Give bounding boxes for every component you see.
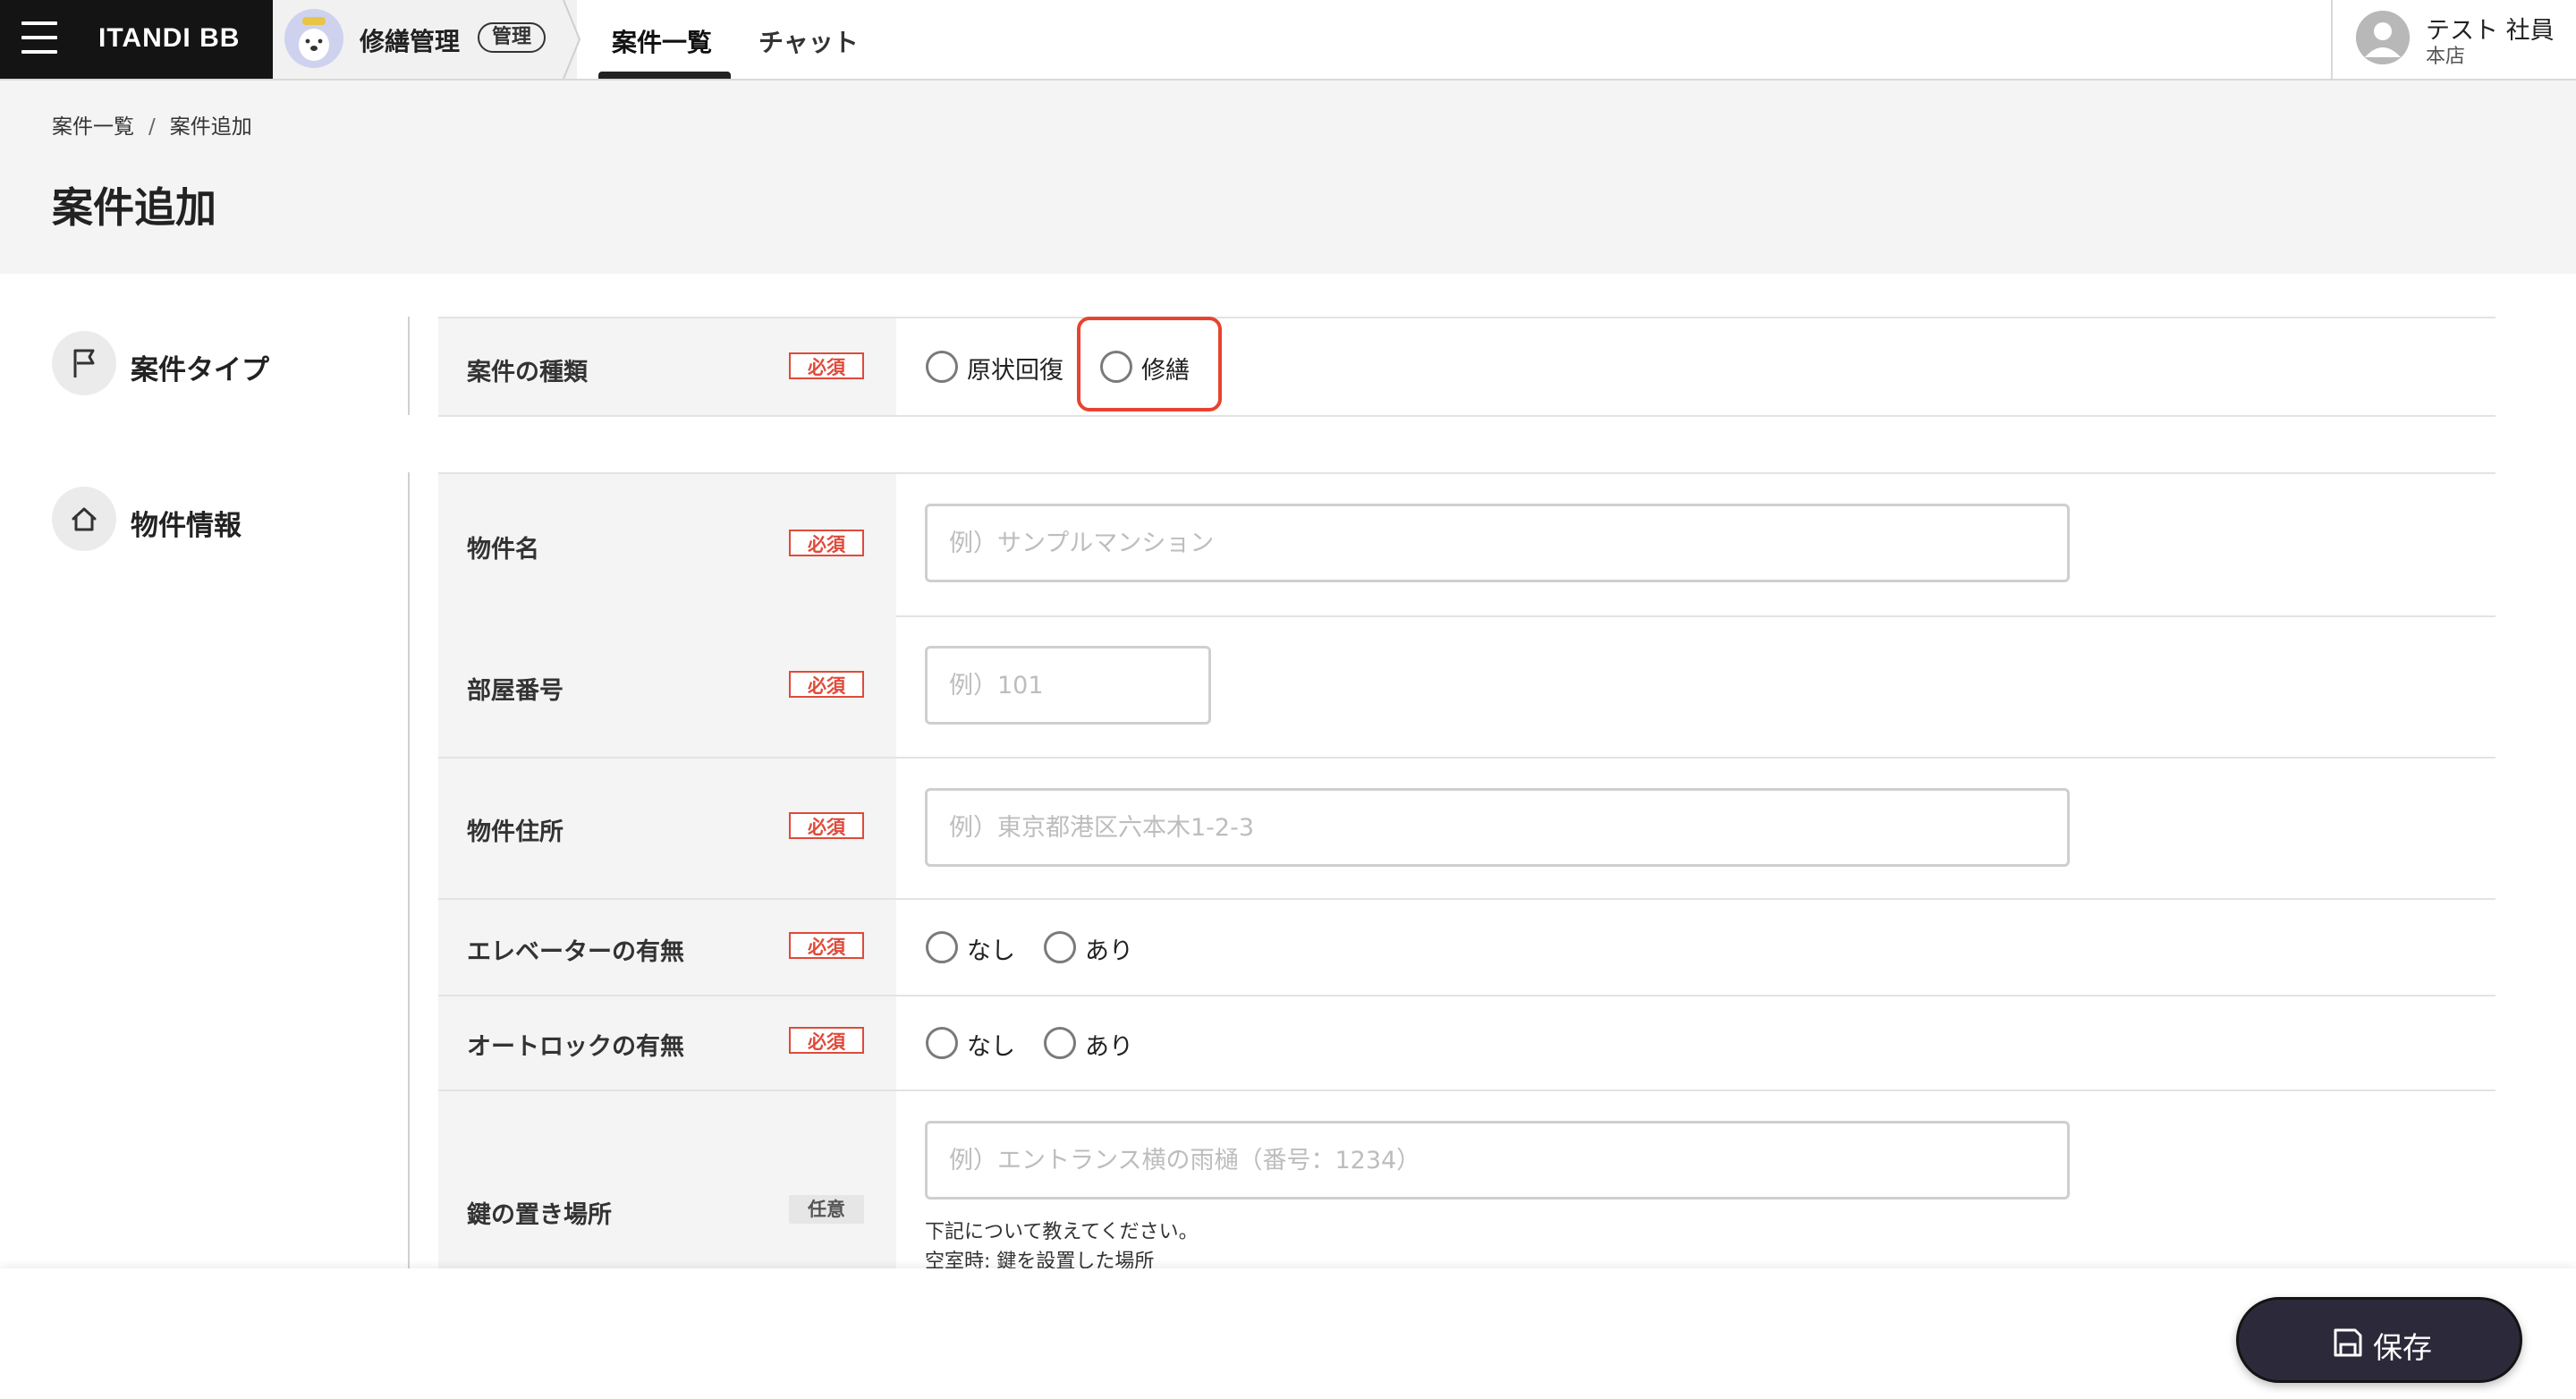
home-icon	[52, 487, 116, 551]
key-location-label-cell: 鍵の置き場所 任意	[438, 1091, 896, 1279]
case-type-row: 案件の種類 必須	[438, 317, 2496, 417]
radio-label-autolock-none[interactable]: なし	[967, 1027, 1015, 1062]
property-name-input[interactable]	[925, 504, 2070, 582]
autolock-row: オートロックの有無 必須	[438, 996, 2496, 1091]
flag-icon	[52, 331, 116, 395]
radio-label-elevator-none[interactable]: なし	[967, 931, 1015, 966]
property-name-label: 物件名	[467, 536, 539, 564]
breadcrumb: 案件一覧 / 案件追加	[52, 109, 252, 140]
user-branch: 本店	[2426, 46, 2466, 68]
radio-label-autolock-yes[interactable]: あり	[1085, 1027, 1133, 1062]
user-avatar-icon	[2356, 11, 2410, 64]
required-badge: 必須	[789, 812, 864, 839]
autolock-label-cell: オートロックの有無 必須	[438, 996, 896, 1090]
page-title: 案件追加	[52, 183, 216, 232]
breadcrumb-case-list[interactable]: 案件一覧	[52, 115, 134, 139]
property-name-label-cell: 物件名 必須	[438, 474, 896, 615]
radio-autolock-none[interactable]	[926, 1027, 958, 1059]
tab-case-list[interactable]: 案件一覧	[612, 23, 712, 59]
address-label-cell: 物件住所 必須	[438, 759, 896, 898]
app-name: 修繕管理	[360, 27, 461, 56]
radio-label-restoration[interactable]: 原状回復	[967, 351, 1063, 386]
address-input[interactable]	[925, 788, 2070, 867]
section-title-property: 物件情報	[131, 510, 242, 542]
elevator-label-cell: エレベーターの有無 必須	[438, 900, 896, 995]
key-location-input[interactable]	[925, 1121, 2070, 1200]
address-label: 物件住所	[467, 818, 564, 846]
room-number-input[interactable]	[925, 646, 1211, 725]
admin-badge: 管理	[478, 22, 547, 53]
key-location-label: 鍵の置き場所	[467, 1201, 612, 1229]
radio-elevator-yes[interactable]	[1044, 931, 1076, 963]
save-button[interactable]: 保存	[2236, 1297, 2522, 1383]
radio-elevator-none[interactable]	[926, 931, 958, 963]
highlight-box	[1077, 317, 1222, 411]
footer-bar	[0, 1268, 2576, 1399]
section-title-case-type: 案件タイプ	[131, 354, 269, 386]
required-badge: 必須	[789, 932, 864, 959]
room-number-label: 部屋番号	[467, 677, 564, 705]
section-divider	[408, 472, 410, 1268]
radio-label-elevator-yes[interactable]: あり	[1085, 931, 1133, 966]
key-location-hint-line-1: 下記について教えてください。	[925, 1221, 1199, 1243]
radio-restoration[interactable]	[926, 351, 958, 383]
menu-icon[interactable]	[21, 21, 57, 55]
breadcrumb-current: 案件追加	[169, 115, 252, 139]
page-header	[0, 81, 2576, 274]
case-type-label: 案件の種類	[467, 359, 588, 386]
elevator-label: エレベーターの有無	[467, 938, 684, 966]
save-icon	[2334, 1328, 2362, 1357]
autolock-label: オートロックの有無	[467, 1033, 684, 1061]
required-badge: 必須	[789, 671, 864, 698]
brand-area: ITANDI BB	[0, 0, 273, 79]
room-number-label-cell: 部屋番号 必須	[438, 615, 896, 757]
brand-logo[interactable]: ITANDI BB	[98, 23, 240, 54]
top-bar: ITANDI BB 修繕管理 管理 案件一覧 チャット テスト 社員 本店	[0, 0, 2576, 81]
save-button-label: 保存	[2373, 1330, 2432, 1365]
elevator-row: エレベーターの有無 必須	[438, 900, 2496, 996]
case-type-label-cell: 案件の種類 必須	[438, 318, 896, 415]
active-tab-indicator	[598, 72, 731, 79]
user-menu[interactable]: テスト 社員 本店	[2331, 0, 2576, 79]
app-chevron-divider	[555, 0, 581, 79]
optional-badge: 任意	[789, 1195, 864, 1224]
required-badge: 必須	[789, 530, 864, 556]
section-divider	[408, 317, 410, 415]
required-badge: 必須	[789, 1027, 864, 1054]
app-avatar-icon	[284, 9, 343, 68]
room-number-row: 部屋番号 必須	[438, 615, 2496, 759]
breadcrumb-separator: /	[148, 115, 156, 139]
tab-chat[interactable]: チャット	[758, 23, 859, 59]
radio-autolock-yes[interactable]	[1044, 1027, 1076, 1059]
required-badge: 必須	[789, 352, 864, 379]
